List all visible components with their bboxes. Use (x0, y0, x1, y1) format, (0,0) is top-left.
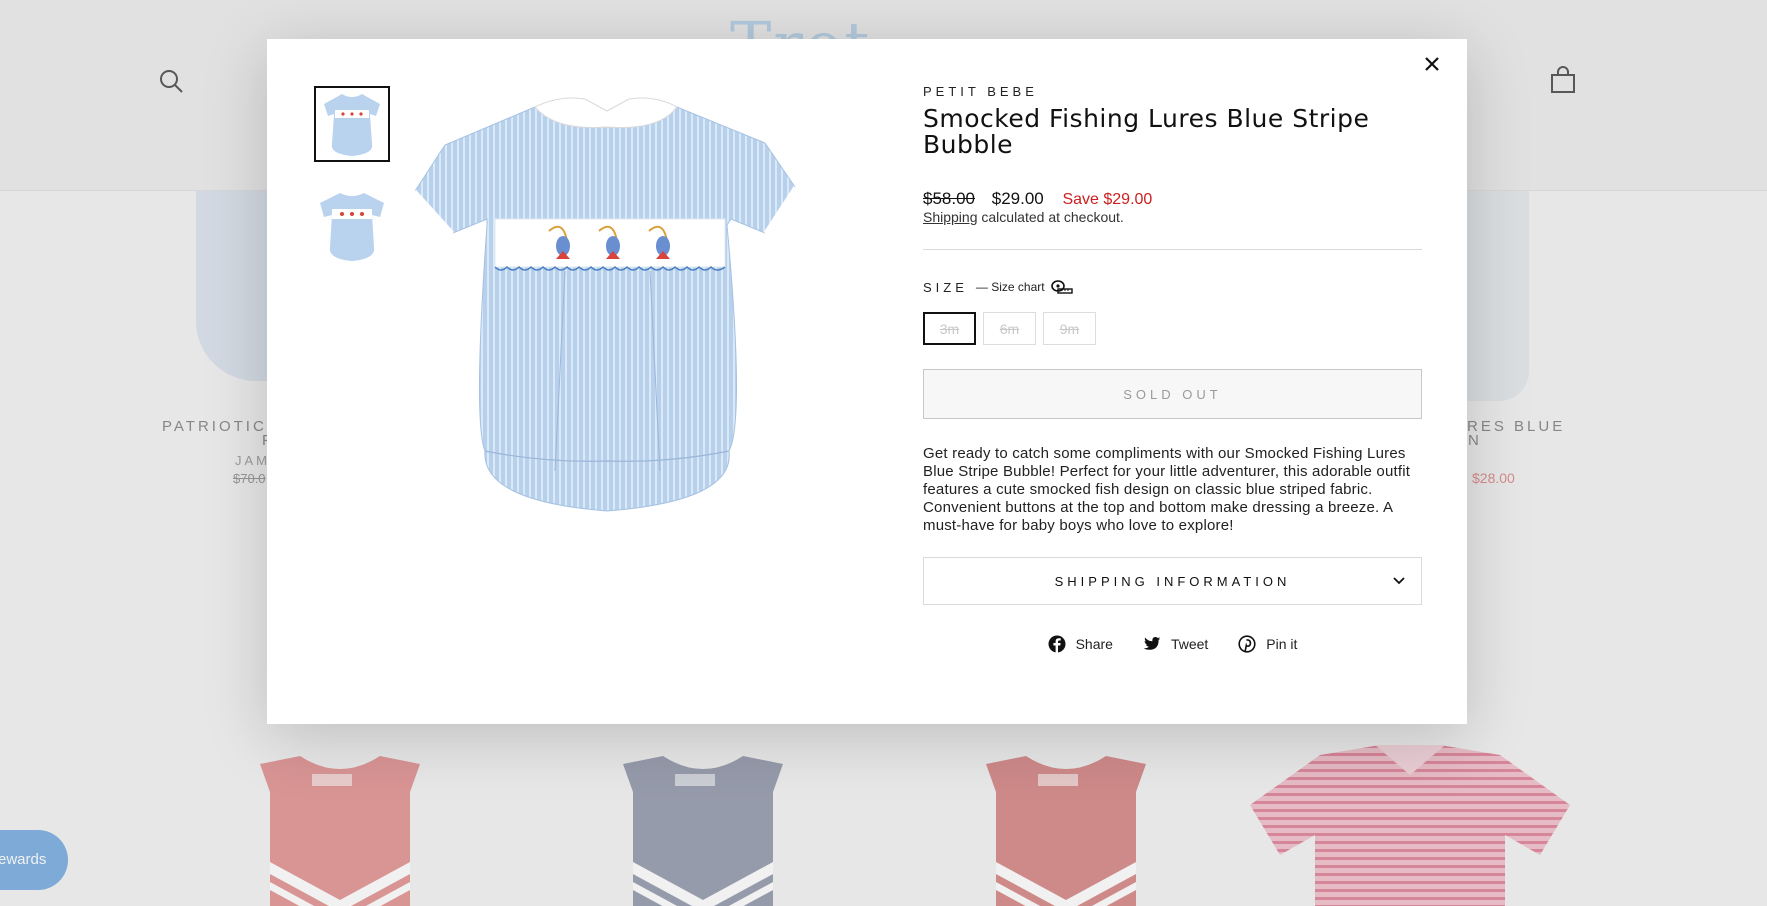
accordion-label: SHIPPING INFORMATION (1054, 573, 1291, 589)
product-thumbnail-1[interactable] (314, 86, 390, 162)
sold-out-button[interactable]: SOLD OUT (923, 369, 1422, 419)
product-info: PETIT BEBE Smocked Fishing Lures Blue St… (923, 84, 1422, 653)
shipping-information-accordion[interactable]: SHIPPING INFORMATION (923, 557, 1422, 605)
close-icon[interactable] (1418, 50, 1446, 78)
social-share-row: Share Tweet Pin it (923, 635, 1422, 653)
compare-at-price: $58.00 (923, 189, 975, 208)
product-title: Smocked Fishing Lures Blue Stripe Bubble (923, 104, 1370, 159)
size-options: 3m 6m 9m (923, 312, 1422, 345)
product-main-image[interactable] (415, 91, 845, 561)
chevron-down-icon (1393, 577, 1405, 585)
size-chart-label: — Size chart (975, 280, 1045, 294)
twitter-icon (1143, 637, 1161, 650)
share-label: Tweet (1170, 636, 1209, 652)
share-label: Share (1075, 636, 1113, 652)
price-row: $58.00 $29.00 Save $29.00 (923, 189, 1422, 209)
pinterest-icon (1238, 635, 1256, 653)
share-pinterest-link[interactable]: Pin it (1238, 635, 1297, 653)
savings-badge: Save $29.00 (1062, 191, 1153, 208)
romper-thumbnail-image (320, 193, 384, 261)
facebook-icon (1048, 635, 1066, 653)
current-price: $29.00 (991, 189, 1044, 208)
shipping-note: Shipping calculated at checkout. (923, 209, 1422, 225)
size-chart-link[interactable]: — Size chart (976, 280, 1073, 294)
product-vendor[interactable]: PETIT BEBE (923, 84, 1422, 99)
product-description: Get ready to catch some compliments with… (923, 445, 1411, 534)
info-divider (923, 249, 1422, 250)
size-row: SIZE — Size chart (923, 278, 1422, 296)
quick-view-modal: PETIT BEBE Smocked Fishing Lures Blue St… (267, 39, 1467, 724)
shipping-link[interactable]: Shipping (923, 209, 978, 225)
tape-measure-icon (1050, 280, 1073, 294)
size-option-3m[interactable]: 3m (923, 312, 976, 345)
romper-thumbnail-image (324, 94, 380, 156)
share-twitter-link[interactable]: Tweet (1143, 635, 1208, 653)
size-option-6m[interactable]: 6m (983, 312, 1036, 345)
shipping-note-text: calculated at checkout. (977, 209, 1124, 225)
share-facebook-link[interactable]: Share (1048, 635, 1113, 653)
product-thumbnail-2[interactable] (314, 181, 390, 261)
size-option-9m[interactable]: 9m (1043, 312, 1096, 345)
share-label: Pin it (1266, 636, 1298, 652)
size-label: SIZE (923, 279, 968, 295)
